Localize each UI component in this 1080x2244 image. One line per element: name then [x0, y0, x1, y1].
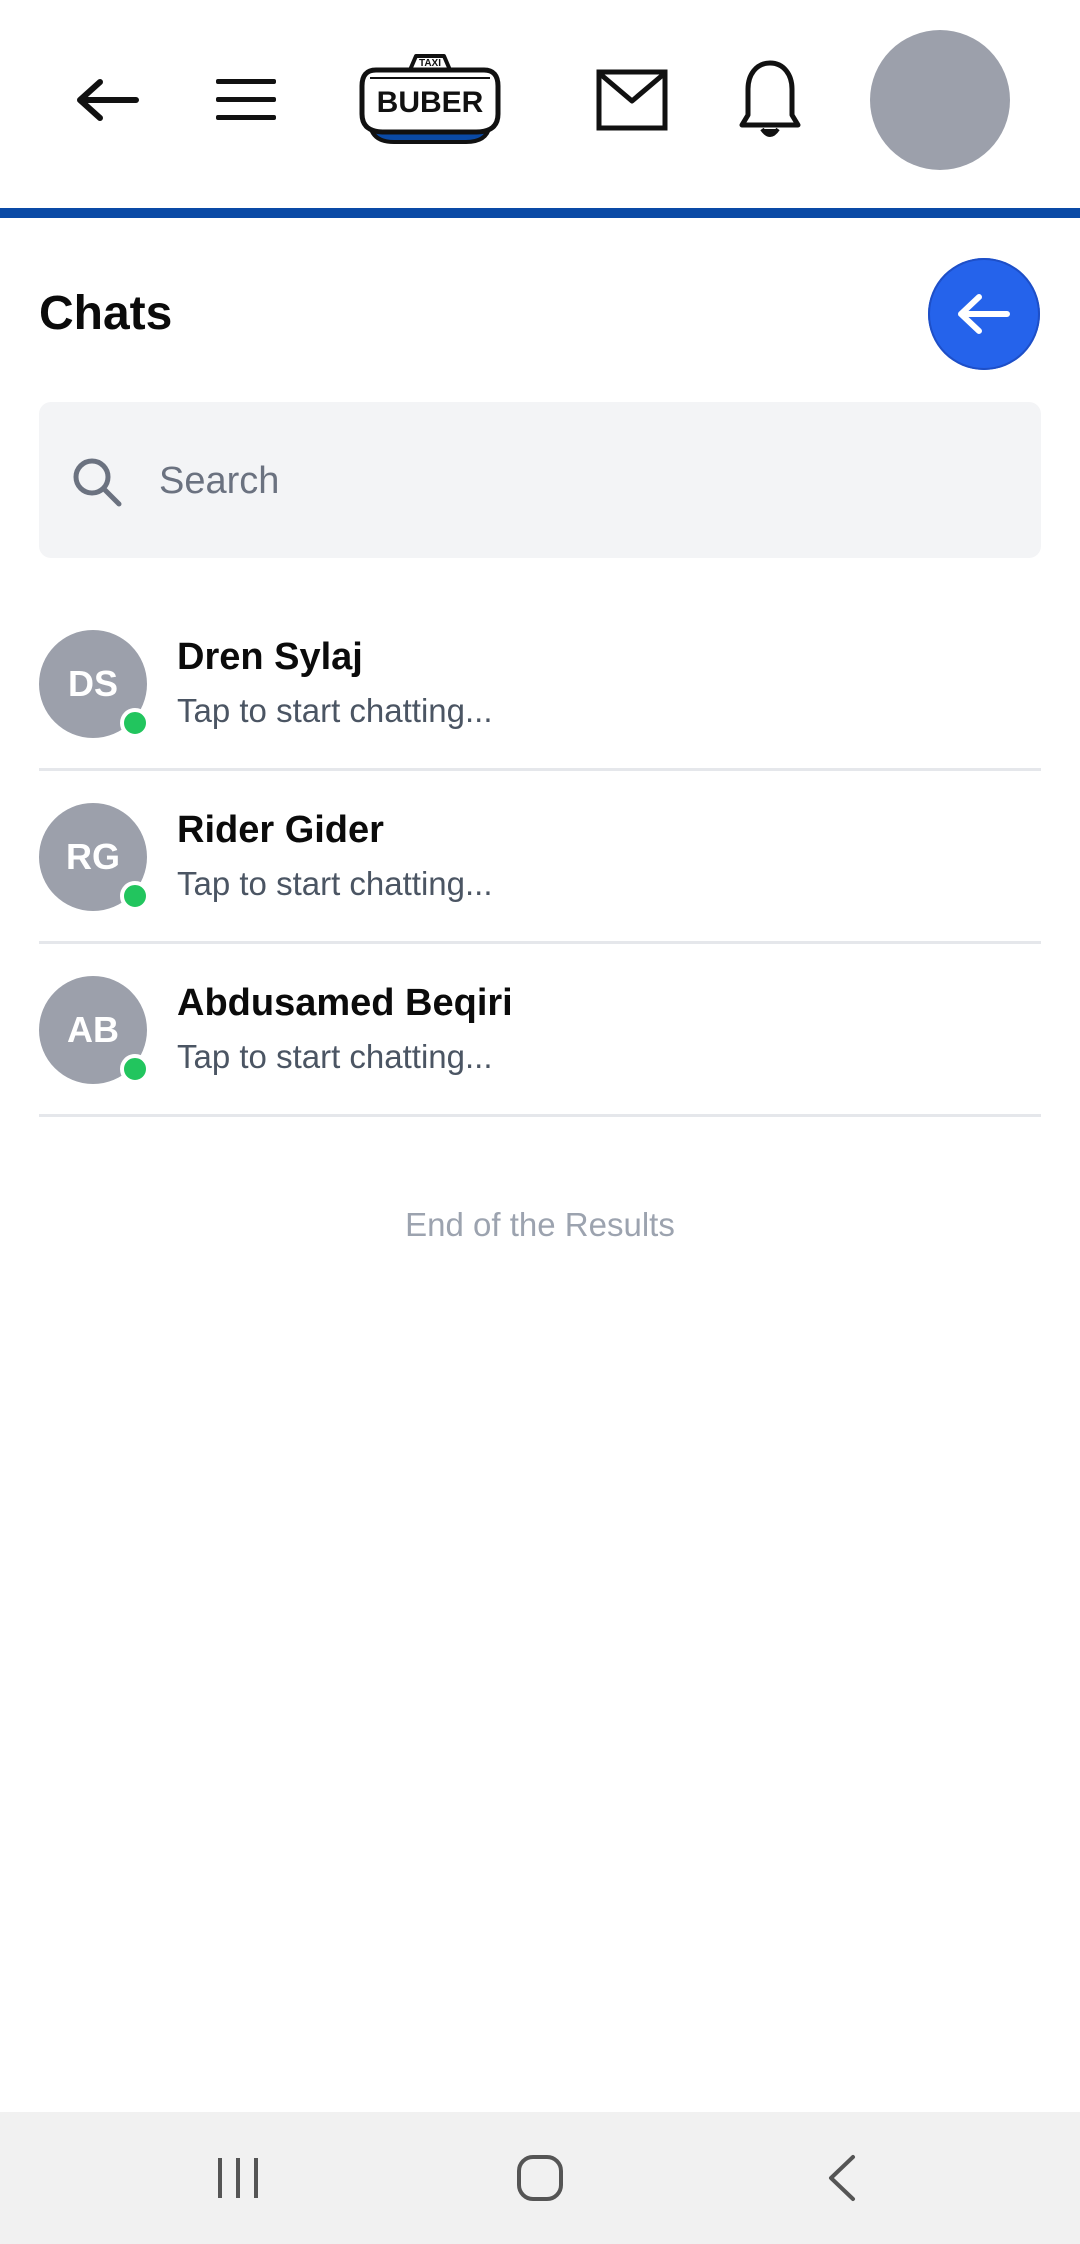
contact-name: Rider Gider — [177, 809, 384, 851]
top-bar-divider — [0, 208, 1080, 218]
logo-badge-text: TAXI — [419, 58, 441, 69]
recents-icon — [218, 2158, 258, 2198]
home-icon — [517, 2155, 563, 2201]
system-back-button[interactable] — [792, 2138, 892, 2218]
contact-avatar: DS — [39, 630, 150, 738]
contact-name: Dren Sylaj — [177, 636, 363, 678]
chat-list-item[interactable]: AB Abdusamed Beqiri Tap to start chattin… — [39, 944, 1041, 1117]
top-app-bar: TAXI BUBER — [0, 0, 1080, 208]
bell-icon — [739, 60, 801, 137]
online-status-dot — [120, 1054, 150, 1084]
close-chats-button[interactable] — [928, 258, 1040, 370]
message-preview: Tap to start chatting... — [177, 692, 493, 729]
message-preview: Tap to start chatting... — [177, 1038, 493, 1075]
buber-taxi-logo[interactable]: TAXI BUBER — [356, 50, 504, 150]
contact-avatar: RG — [39, 803, 150, 911]
back-button[interactable] — [68, 60, 148, 140]
avatar-initials: RG — [66, 836, 120, 877]
messages-button[interactable] — [592, 60, 672, 140]
back-chevron-icon — [829, 2155, 855, 2201]
online-status-dot — [120, 881, 150, 911]
menu-button[interactable] — [206, 60, 286, 140]
contact-avatar: AB — [39, 976, 150, 1084]
contact-name: Abdusamed Beqiri — [177, 982, 513, 1024]
home-button[interactable] — [490, 2138, 590, 2218]
arrow-left-icon — [958, 294, 1010, 334]
chat-list-item[interactable]: RG Rider Gider Tap to start chatting... — [39, 771, 1041, 944]
logo-wordmark: BUBER — [377, 86, 484, 119]
search-icon — [73, 458, 122, 507]
recents-button[interactable] — [188, 2138, 288, 2218]
avatar-initials: AB — [67, 1009, 119, 1050]
online-status-dot — [120, 708, 150, 738]
message-preview: Tap to start chatting... — [177, 865, 493, 902]
user-avatar[interactable] — [870, 30, 1010, 170]
search-bar[interactable] — [39, 402, 1041, 558]
chat-list: DS Dren Sylaj Tap to start chatting... R… — [39, 598, 1041, 1117]
mail-icon — [596, 69, 668, 131]
search-input[interactable] — [157, 442, 1021, 520]
taxi-logo-image: TAXI BUBER — [359, 54, 501, 144]
notifications-button[interactable] — [730, 56, 810, 146]
end-of-results-label: End of the Results — [405, 1206, 675, 1243]
hamburger-menu-icon — [216, 79, 276, 120]
system-navigation-bar — [0, 2112, 1080, 2244]
chat-list-item[interactable]: DS Dren Sylaj Tap to start chatting... — [39, 598, 1041, 771]
page-title: Chats — [39, 287, 173, 340]
arrow-left-icon — [77, 79, 139, 121]
avatar-initials: DS — [67, 663, 118, 704]
